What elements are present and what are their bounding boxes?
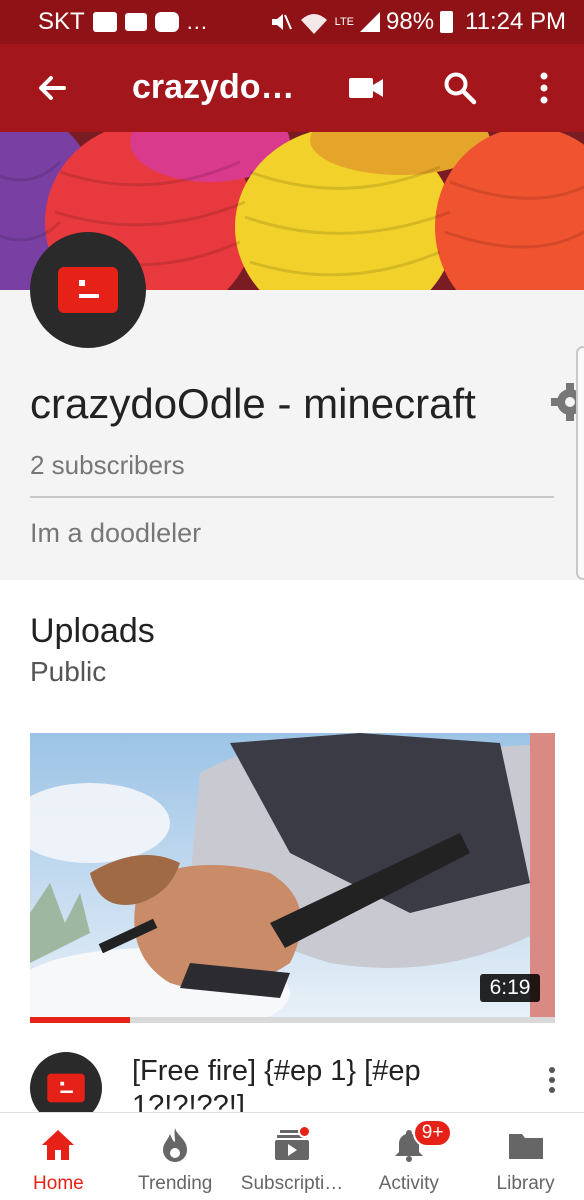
video-title[interactable]: [Free fire] {#ep 1} [#ep 1?!?!??!] (132, 1054, 512, 1112)
gallery-icon (92, 12, 117, 32)
video-thumbnail[interactable] (30, 733, 555, 1023)
youtube-icon (154, 12, 179, 32)
channel-name: crazydoOdle - minecraft (30, 380, 476, 427)
nav-home[interactable]: Home (0, 1113, 117, 1200)
carrier-label: SKT (38, 8, 85, 35)
nav-label: Trending (138, 1173, 213, 1194)
battery-icon (440, 11, 454, 33)
nav-library[interactable]: Library (467, 1113, 584, 1200)
back-arrow-icon (39, 76, 66, 100)
video-menu-button[interactable] (538, 1062, 566, 1098)
new-content-dot (297, 1125, 311, 1138)
video-item[interactable]: [Free fire] {#ep 1} [#ep 1?!?!??!] (0, 1040, 584, 1112)
video-camera-icon (349, 78, 383, 98)
facebook-icon (124, 13, 147, 31)
more-notifications-icon: ... (186, 9, 209, 34)
uploads-heading: Uploads (30, 612, 155, 650)
back-button[interactable] (28, 66, 76, 110)
bell-icon: 9+ (389, 1119, 453, 1165)
divider (30, 496, 554, 498)
nav-activity[interactable]: 9+ Activity (350, 1113, 467, 1200)
search-icon (444, 72, 477, 105)
flame-icon (155, 1125, 195, 1165)
skydiver-thumbnail-image (30, 733, 555, 1023)
subscriber-count: 2 subscribers (30, 450, 185, 480)
subscriptions-icon (272, 1125, 312, 1165)
nav-subscriptions[interactable]: Subscripti… (234, 1113, 351, 1200)
app-bar-title: crazydo… (132, 68, 295, 106)
clock: 11:24 PM (465, 8, 566, 35)
more-vertical-icon (549, 1067, 555, 1093)
signal-icon (360, 12, 380, 32)
video-duration: 6:19 (480, 974, 540, 1002)
more-options-button[interactable] (522, 64, 566, 112)
watch-progress-fill (30, 1017, 130, 1023)
edge-panel-handle[interactable] (576, 346, 584, 580)
mute-icon (271, 14, 292, 30)
uploads-visibility: Public (30, 656, 107, 687)
search-button[interactable] (436, 64, 484, 112)
status-bar: SKT ... LTE 98% 11:24 PM (0, 0, 584, 44)
lte-label: LTE (334, 16, 354, 28)
more-vertical-icon (540, 72, 548, 104)
channel-avatar[interactable] (30, 232, 146, 348)
channel-description: Im a doodleler (30, 518, 202, 548)
sad-youtube-avatar-icon (58, 267, 118, 313)
nav-label: Subscripti… (240, 1173, 344, 1194)
nav-label: Library (496, 1173, 555, 1194)
notification-badge: 9+ (412, 1119, 453, 1147)
folder-icon (506, 1125, 546, 1165)
home-icon (38, 1125, 78, 1165)
sad-youtube-avatar-icon (47, 1073, 85, 1103)
watch-progress-bar (30, 1017, 555, 1023)
nav-label: Home (33, 1173, 84, 1194)
nav-trending[interactable]: Trending (117, 1113, 234, 1200)
nav-label: Activity (378, 1173, 439, 1194)
app-bar: crazydo… (0, 44, 584, 132)
wifi-icon (300, 14, 327, 34)
bottom-navigation: Home Trending Subscripti… 9+ Activity Li… (0, 1112, 584, 1200)
upload-video-button[interactable] (344, 68, 388, 108)
battery-percent: 98% (386, 8, 435, 35)
video-channel-avatar[interactable] (30, 1052, 102, 1112)
